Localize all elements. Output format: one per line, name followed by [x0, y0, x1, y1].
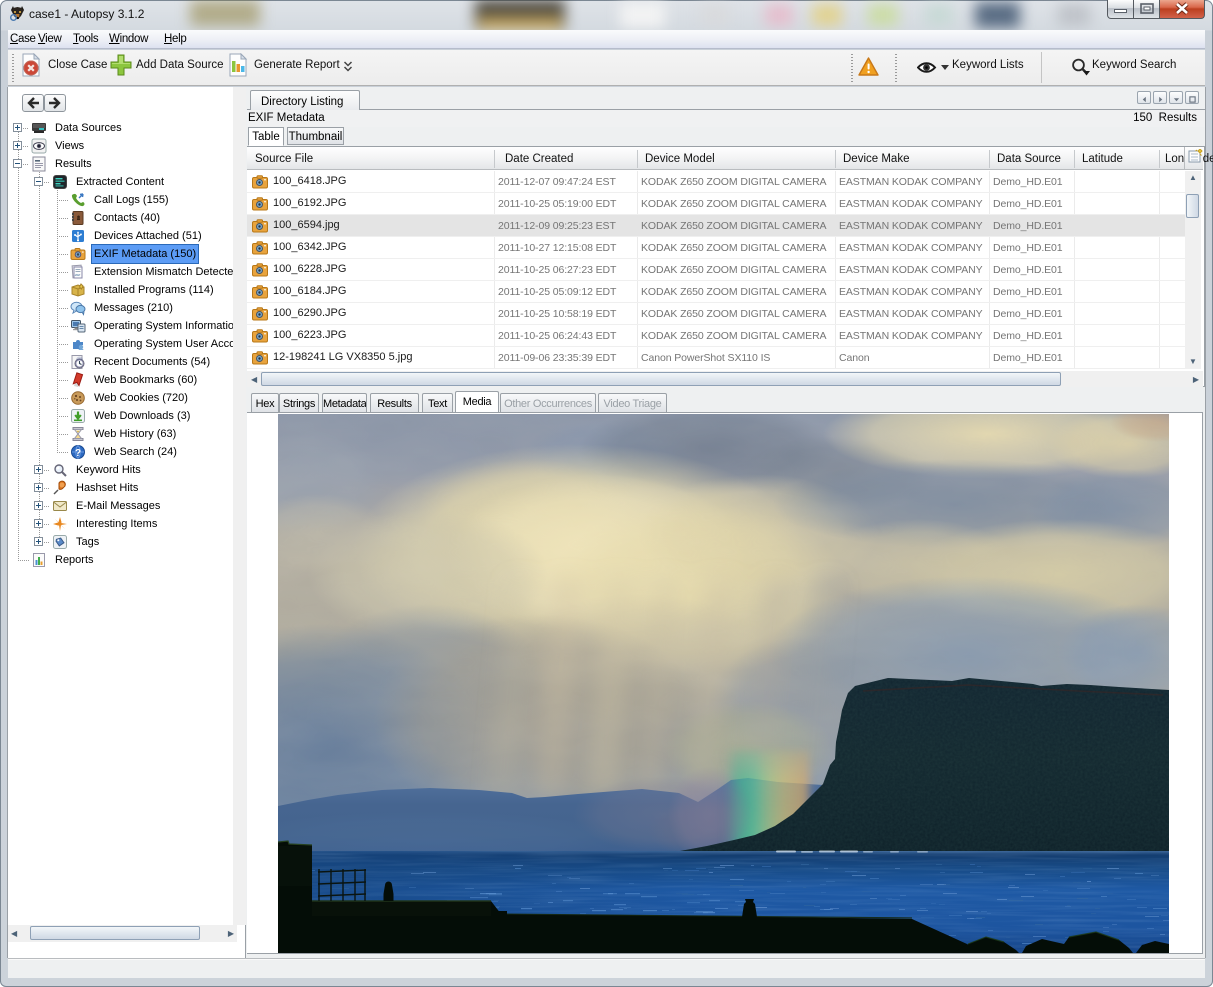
svg-text:?: ? — [75, 448, 81, 459]
